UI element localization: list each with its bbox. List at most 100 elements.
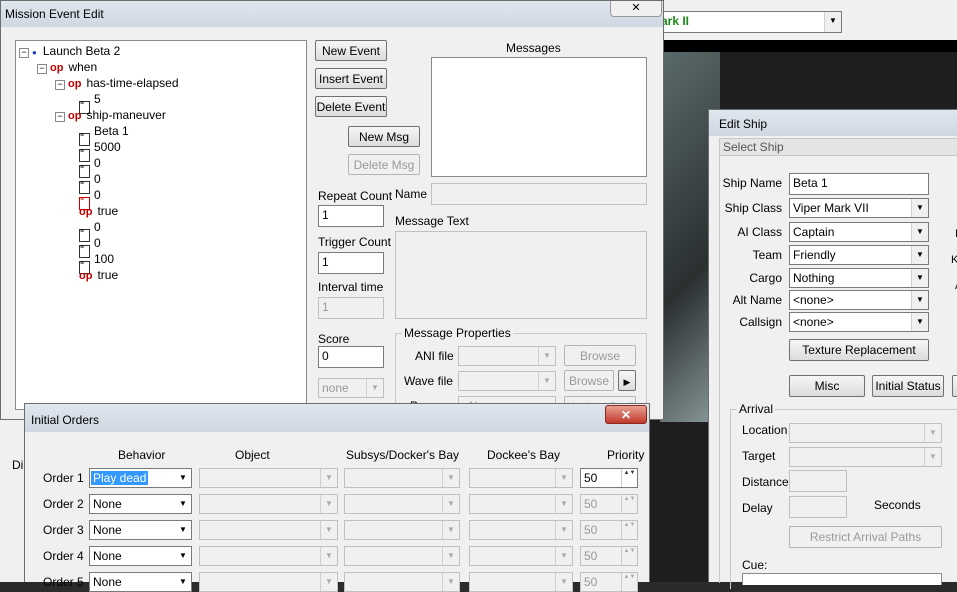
ship-field-combo[interactable]: <none> ▼: [789, 312, 929, 332]
chevron-down-icon: ▼: [320, 573, 337, 591]
tree-node[interactable]: ≡ 0: [79, 219, 101, 242]
seconds-label: Seconds: [874, 498, 921, 512]
ship-field-combo[interactable]: Captain ▼: [789, 222, 929, 242]
behavior-value: None: [93, 549, 122, 563]
chevron-down-icon: ▼: [442, 547, 459, 565]
team-combo-value: none: [322, 381, 349, 395]
chevron-down-icon: ▼: [442, 573, 459, 591]
messages-label: Messages: [506, 41, 561, 55]
ship-field-label: Team: [752, 248, 782, 262]
edit-ship-title: Edit Ship: [719, 117, 768, 131]
tree-node[interactable]: ≡ 0: [79, 155, 101, 178]
subsys-combo: ▼: [344, 494, 460, 514]
chevron-down-icon[interactable]: ▼: [175, 521, 191, 539]
score-input[interactable]: 0: [318, 346, 384, 368]
collapse-icon[interactable]: −: [19, 48, 29, 58]
behavior-value: None: [93, 497, 122, 511]
chevron-down-icon[interactable]: ▼: [911, 291, 928, 309]
chevron-down-icon[interactable]: ▼: [911, 246, 928, 264]
tree-node-label: when: [68, 60, 98, 74]
tree-node-label: 5000: [94, 140, 121, 154]
trigger-count-input[interactable]: 1: [318, 252, 384, 274]
col-dockee: Dockee's Bay: [487, 448, 560, 462]
chevron-down-icon[interactable]: ▼: [175, 573, 191, 591]
operator-icon: op: [79, 270, 93, 282]
behavior-combo[interactable]: None ▼: [89, 546, 192, 566]
ship-field-combo[interactable]: Nothing ▼: [789, 268, 929, 288]
subsys-combo: ▼: [344, 546, 460, 566]
behavior-combo[interactable]: None ▼: [89, 572, 192, 592]
initial-orders-close-button[interactable]: ✕: [605, 405, 647, 424]
messages-list[interactable]: [431, 57, 647, 177]
ship-field-label: Ship Name: [722, 176, 782, 190]
order-label: Order 5: [43, 575, 84, 589]
priority-spinner: ▲▼: [621, 521, 637, 539]
initial-status-button[interactable]: Initial Status: [872, 375, 944, 397]
chevron-down-icon[interactable]: ▼: [175, 495, 191, 513]
ship-field-value: Viper Mark VII: [793, 201, 869, 215]
ani-file-label: ANI file: [415, 349, 454, 363]
tree-node[interactable]: ≡ 0: [79, 187, 101, 210]
tree-node[interactable]: ≡ 100: [79, 251, 114, 274]
close-button[interactable]: ✕: [610, 1, 662, 17]
distance-input: [789, 470, 847, 492]
ship-field-combo[interactable]: Viper Mark VII ▼: [789, 198, 929, 218]
insert-event-button[interactable]: Insert Event: [315, 68, 387, 89]
dockee-combo: ▼: [469, 494, 573, 514]
behavior-combo[interactable]: Play dead ▼: [89, 468, 192, 488]
col-object: Object: [235, 448, 270, 462]
collapse-icon[interactable]: −: [55, 80, 65, 90]
tree-node[interactable]: op true: [79, 203, 118, 219]
new-event-button[interactable]: New Event: [315, 40, 387, 61]
initial-orders-button[interactable]: [952, 375, 957, 397]
ship-field-combo[interactable]: Friendly ▼: [789, 245, 929, 265]
tree-node[interactable]: op true: [79, 267, 118, 283]
tree-node[interactable]: ≡ 0: [79, 171, 101, 194]
chevron-down-icon[interactable]: ▼: [911, 199, 928, 217]
tree-node[interactable]: ≡ Beta 1: [79, 123, 129, 146]
chevron-down-icon: ▼: [320, 547, 337, 565]
priority-spinner: ▲▼: [621, 495, 637, 513]
ship-field-label: Cargo: [749, 271, 782, 285]
chevron-down-icon[interactable]: ▼: [911, 313, 928, 331]
mission-event-edit-window: Mission Event Edit ✕ New Event Insert Ev…: [0, 0, 664, 420]
tree-node[interactable]: ≡ 5000: [79, 139, 121, 162]
tree-node-label: ship-maneuver: [86, 108, 166, 122]
misc-button[interactable]: Misc: [789, 375, 865, 397]
chevron-down-icon[interactable]: ▼: [175, 469, 191, 487]
tree-node[interactable]: ≡ 5: [79, 91, 101, 114]
event-tree[interactable]: [15, 40, 307, 410]
top-ship-class-combo[interactable]: ark II ▼: [640, 11, 842, 33]
chevron-down-icon[interactable]: ▼: [175, 547, 191, 565]
collapse-icon[interactable]: −: [37, 64, 47, 74]
chevron-down-icon[interactable]: ▼: [911, 223, 928, 241]
delete-event-button[interactable]: Delete Event: [315, 96, 387, 117]
target-combo: ▼: [789, 447, 942, 467]
wave-file-combo: ▼: [458, 371, 556, 391]
behavior-combo[interactable]: None ▼: [89, 494, 192, 514]
distance-label: Distance: [742, 475, 789, 489]
chevron-down-icon: ▼: [366, 379, 383, 397]
texture-replacement-button[interactable]: Texture Replacement: [789, 339, 929, 361]
behavior-combo[interactable]: None ▼: [89, 520, 192, 540]
ship-field-value: <none>: [793, 315, 834, 329]
tree-node[interactable]: − op has-time-elapsed: [55, 75, 179, 91]
tree-node[interactable]: ≡ 0: [79, 235, 101, 258]
ship-field-combo[interactable]: <none> ▼: [789, 290, 929, 310]
repeat-count-input[interactable]: 1: [318, 205, 384, 227]
priority-spinner[interactable]: ▲▼: [621, 469, 637, 487]
tree-node[interactable]: − op when: [37, 59, 97, 75]
dockee-combo: ▼: [469, 546, 573, 566]
message-text-area: [395, 231, 647, 319]
tree-node[interactable]: − op ship-maneuver: [55, 107, 166, 123]
chevron-down-icon[interactable]: ▼: [911, 269, 928, 287]
cue-tree[interactable]: [742, 573, 942, 585]
chevron-down-icon[interactable]: ▼: [824, 12, 841, 32]
ship-name-input[interactable]: Beta 1: [789, 173, 929, 195]
tree-node[interactable]: − ● Launch Beta 2: [19, 43, 120, 59]
initial-orders-window: Initial Orders ✕ Behavior Object Subsys/…: [24, 403, 650, 592]
new-msg-button[interactable]: New Msg: [348, 126, 420, 147]
col-subsys: Subsys/Docker's Bay: [346, 448, 459, 462]
collapse-icon[interactable]: −: [55, 112, 65, 122]
play-button[interactable]: ▶: [618, 370, 636, 391]
